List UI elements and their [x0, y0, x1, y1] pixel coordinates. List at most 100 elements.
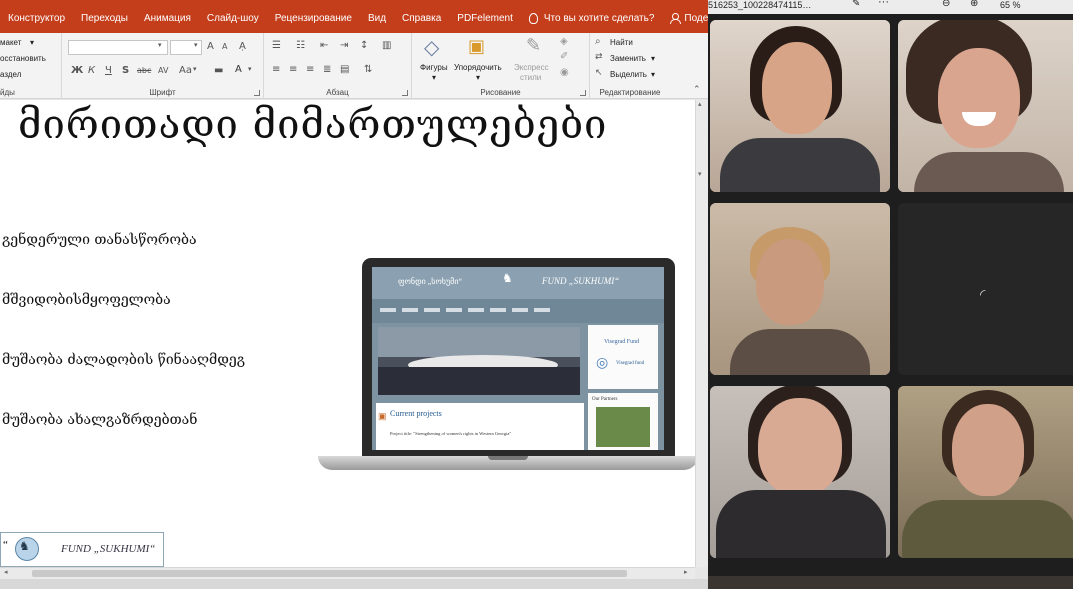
zoom-out-icon[interactable]: ⊖	[942, 0, 950, 9]
ribbon: макет ▾ осстановить аздел йды ▾ ▾ A A Ạ …	[0, 33, 708, 99]
participant-video-loading[interactable]: ◜	[898, 203, 1073, 375]
line-spacing-icon[interactable]: ↕	[360, 40, 368, 51]
font-color-icon[interactable]: ▬	[214, 65, 223, 76]
edit-icon[interactable]: ✎	[852, 0, 860, 9]
shapes-icon[interactable]: ◇	[424, 35, 439, 59]
align-left-icon[interactable]: ≡	[272, 64, 280, 75]
numbering-icon[interactable]: ☷	[296, 40, 305, 51]
meeting-id: 516253_100228474115…	[708, 0, 812, 10]
tell-me-box[interactable]: Что вы хотите сделать?	[521, 0, 663, 33]
scroll-up-icon[interactable]: ▴	[698, 100, 702, 108]
align-center-icon[interactable]: ≡	[289, 64, 297, 75]
font-name-input[interactable]	[68, 40, 168, 55]
quick-styles-label-2: стили	[520, 73, 542, 82]
site-logo-icon: ♞	[502, 271, 513, 285]
layout-button[interactable]: макет	[0, 38, 21, 47]
font-color-button[interactable]: A	[235, 64, 242, 75]
bullet-item[interactable]: მუშაობა ძალადობის წინააღმდეგ	[2, 352, 245, 368]
paragraph-dialog-launcher[interactable]	[402, 90, 408, 96]
shadow-button[interactable]: S	[122, 65, 129, 76]
horizontal-scrollbar[interactable]: ◂ ▸	[0, 567, 695, 579]
tab-pdfelement[interactable]: PDFelement	[449, 0, 521, 33]
laptop-image[interactable]: ფონდი „სოხუმი“ ♞ FUND „SUKHUMI“ Visegrad…	[318, 256, 695, 478]
partners-card: Our Partners	[588, 393, 658, 450]
section-button[interactable]: аздел	[0, 70, 21, 79]
columns-icon[interactable]: ▥	[382, 40, 391, 51]
tab-review[interactable]: Рецензирование	[267, 0, 360, 33]
strikethrough-button[interactable]: abc	[137, 66, 151, 75]
visegrad-small-label: Visegrad fund	[616, 361, 645, 366]
underline-button[interactable]: Ч	[105, 65, 112, 76]
bullet-item[interactable]: მშვიდობისმყოფელობა	[2, 292, 171, 308]
reset-button[interactable]: осстановить	[0, 54, 46, 63]
arrange-icon[interactable]: ▣	[468, 36, 485, 57]
shape-outline-icon[interactable]: ✐	[560, 51, 568, 62]
grow-font-button[interactable]: A	[207, 41, 214, 52]
scroll-left-icon[interactable]: ◂	[4, 568, 8, 576]
shape-fill-icon[interactable]: ◈	[560, 36, 568, 47]
text-direction-icon[interactable]: ⇅	[364, 64, 372, 75]
find-icon[interactable]: ⌕	[595, 36, 601, 47]
tab-transitions[interactable]: Переходы	[73, 0, 136, 33]
participant-video[interactable]	[710, 386, 890, 558]
participant-video[interactable]	[710, 203, 890, 375]
laptop-screen: ფონდი „სოხუმი“ ♞ FUND „SUKHUMI“ Visegrad…	[372, 267, 664, 450]
slide-canvas[interactable]: მირითადი მიმართულებები გენდერული თანასწო…	[0, 100, 695, 567]
drawing-dialog-launcher[interactable]	[580, 90, 586, 96]
tab-design[interactable]: Конструктор	[0, 0, 73, 33]
tab-view[interactable]: Вид	[360, 0, 394, 33]
clear-format-icon[interactable]: Ạ	[239, 41, 246, 52]
share-label: Поделиться	[684, 13, 708, 24]
tab-animations[interactable]: Анимация	[136, 0, 199, 33]
tab-slideshow[interactable]: Слайд-шоу	[199, 0, 267, 33]
participant-video[interactable]	[898, 20, 1073, 192]
paragraph-group-label: Абзац	[326, 88, 349, 97]
lightbulb-icon	[528, 12, 538, 24]
vertical-scrollbar[interactable]: ▾ ▴	[695, 100, 708, 567]
select-cursor-icon[interactable]: ↖	[595, 68, 603, 78]
align-right-icon[interactable]: ≡	[306, 64, 314, 75]
font-group: ▾ ▾ A A Ạ Ж К Ч S abc AV Aa ▾ ▬ A ▾ Шриф…	[62, 33, 264, 99]
bullets-icon[interactable]: ☰	[272, 40, 281, 51]
char-spacing-button[interactable]: AV	[158, 66, 168, 75]
logo-quote: “	[3, 539, 8, 551]
participant-video[interactable]	[710, 20, 890, 192]
participant-video-partial	[708, 576, 1073, 589]
shrink-font-button[interactable]: A	[222, 42, 227, 51]
replace-button[interactable]: Заменить	[610, 54, 646, 63]
shapes-button[interactable]: Фигуры	[420, 63, 448, 72]
tell-me-text: Что вы хотите сделать?	[543, 13, 655, 24]
select-button[interactable]: Выделить	[610, 70, 647, 79]
visegrad-label: Visegrad Fund	[604, 339, 640, 345]
bullet-item[interactable]: გენდერული თანასწორობა	[2, 232, 197, 248]
site-nav	[372, 299, 664, 323]
participant-video[interactable]	[898, 386, 1073, 558]
collapse-ribbon-icon[interactable]: ⌃	[693, 85, 701, 95]
status-bar	[0, 579, 708, 589]
font-dialog-launcher[interactable]	[254, 90, 260, 96]
scroll-right-icon[interactable]: ▸	[684, 568, 688, 576]
fund-logo[interactable]: “ ♞ FUND „SUKHUMI“	[0, 532, 164, 567]
increase-indent-icon[interactable]: ⇥	[340, 40, 348, 51]
arrange-button[interactable]: Упорядочить	[454, 63, 502, 72]
scroll-thumb[interactable]	[32, 570, 627, 577]
zoom-in-icon[interactable]: ⊕	[970, 0, 978, 9]
replace-icon[interactable]: ⇄	[595, 52, 603, 62]
more-button[interactable]: ···	[878, 0, 889, 8]
share-button[interactable]: Поделиться	[662, 0, 708, 33]
meeting-photo	[378, 327, 580, 395]
distribute-icon[interactable]: ▤	[340, 64, 349, 75]
shape-effects-icon[interactable]: ◉	[560, 67, 569, 78]
italic-button[interactable]: К	[88, 65, 95, 76]
slide-title[interactable]: მირითადი მიმართულებები	[18, 102, 607, 148]
bold-button[interactable]: Ж	[71, 65, 83, 76]
find-button[interactable]: Найти	[610, 38, 633, 47]
bullet-item[interactable]: მუშაობა ახალგაზრდებთან	[2, 412, 197, 428]
quick-styles-label-1[interactable]: Экспресс	[514, 63, 549, 72]
decrease-indent-icon[interactable]: ⇤	[320, 40, 328, 51]
change-case-button[interactable]: Aa	[179, 65, 192, 76]
tab-help[interactable]: Справка	[394, 0, 449, 33]
justify-icon[interactable]: ≣	[323, 64, 331, 75]
scroll-down-icon[interactable]: ▾	[698, 170, 702, 178]
quick-styles-icon[interactable]: ✎	[526, 35, 541, 56]
